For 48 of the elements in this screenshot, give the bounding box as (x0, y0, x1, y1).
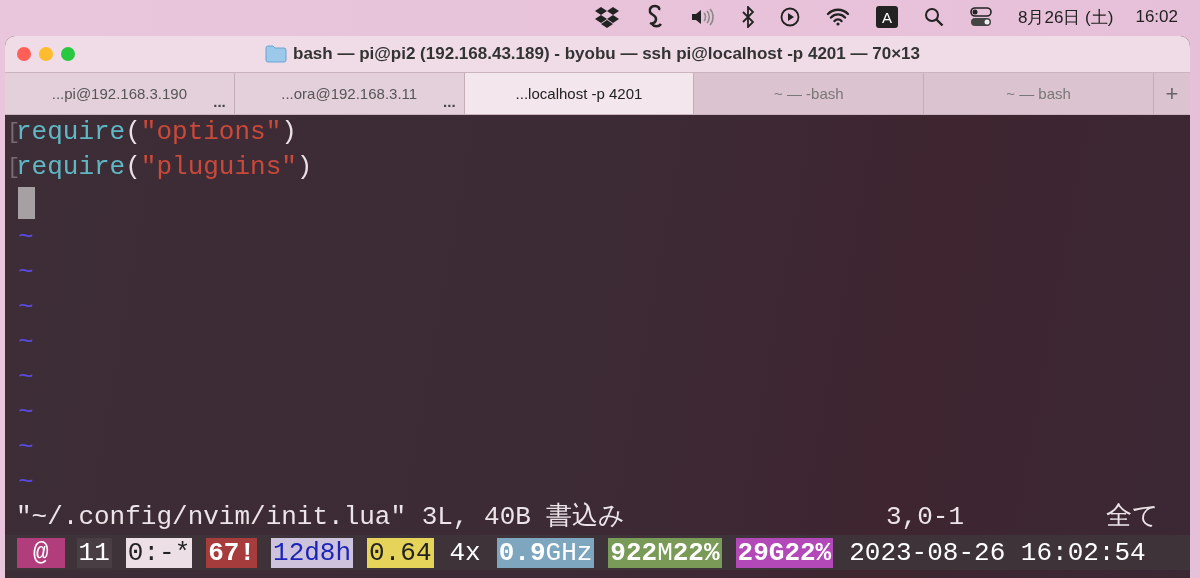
tab-overflow-button[interactable]: ... (211, 93, 228, 110)
cursor-position: 3,0-1 (886, 501, 965, 534)
code-token: "options" (140, 116, 282, 149)
status-segment: 12d8h (271, 537, 354, 568)
terminal-tab[interactable]: ...pi@192.168.3.190 ... (5, 73, 235, 114)
empty-line-tilde: ~ (17, 256, 34, 289)
status-segment: 0:-* (125, 537, 193, 568)
play-icon[interactable] (780, 7, 801, 27)
code-token: ( (125, 151, 141, 184)
code-token: require (16, 151, 126, 184)
bluetooth-icon[interactable] (742, 6, 755, 28)
status-segment: 0.64 (367, 537, 434, 568)
status-segment: 67! (206, 537, 258, 568)
terminal-tab[interactable]: ...localhost -p 4201 (464, 73, 695, 114)
status-segment: @ (17, 537, 65, 568)
line-marker: [ (7, 119, 16, 147)
tab-overflow-button[interactable]: ... (441, 93, 458, 110)
text-cursor (18, 187, 35, 219)
dropbox-icon[interactable] (594, 5, 621, 29)
empty-line-tilde: ~ (17, 431, 34, 464)
folder-icon (265, 45, 287, 63)
menu-bar-clock[interactable]: 16:02 (1135, 7, 1178, 27)
window-title: bash — pi@pi2 (192.168.43.189) - byobu — ssh pi@localhost -p 4201 — 70×13 (293, 44, 920, 64)
code-token: require (16, 116, 126, 149)
status-segment: 11 (76, 537, 112, 568)
code-token: "pluguins" (140, 151, 297, 184)
empty-line-tilde: ~ (17, 326, 34, 359)
line-marker: [ (7, 154, 16, 182)
write-message: "~/.config/nvim/init.lua" 3L, 40B 書込み (16, 501, 627, 534)
volume-icon[interactable] (690, 7, 717, 27)
terminal-tab[interactable]: ...ora@192.168.3.11 ... (234, 73, 465, 114)
wifi-icon[interactable] (826, 8, 851, 26)
empty-line-tilde: ~ (17, 396, 34, 429)
empty-line-tilde: ~ (17, 466, 34, 499)
empty-line-tilde: ~ (17, 291, 34, 324)
status-segment: 29G22% (735, 537, 834, 568)
status-segment: 0.9GHz (496, 537, 595, 568)
empty-line-tilde: ~ (17, 221, 34, 254)
toggle-icon[interactable] (970, 7, 993, 27)
menu-bar-date[interactable]: 8月26日 (土) (1018, 5, 1114, 29)
code-token: ) (296, 151, 313, 184)
search-icon[interactable] (924, 7, 945, 27)
status-segment: 922M22% (608, 537, 722, 568)
input-source-indicator[interactable]: A (876, 6, 899, 28)
empty-line-tilde: ~ (17, 361, 34, 394)
code-token: ( (125, 116, 141, 149)
scroll-indicator: 全て (1106, 501, 1159, 534)
code-token: ) (281, 116, 297, 149)
